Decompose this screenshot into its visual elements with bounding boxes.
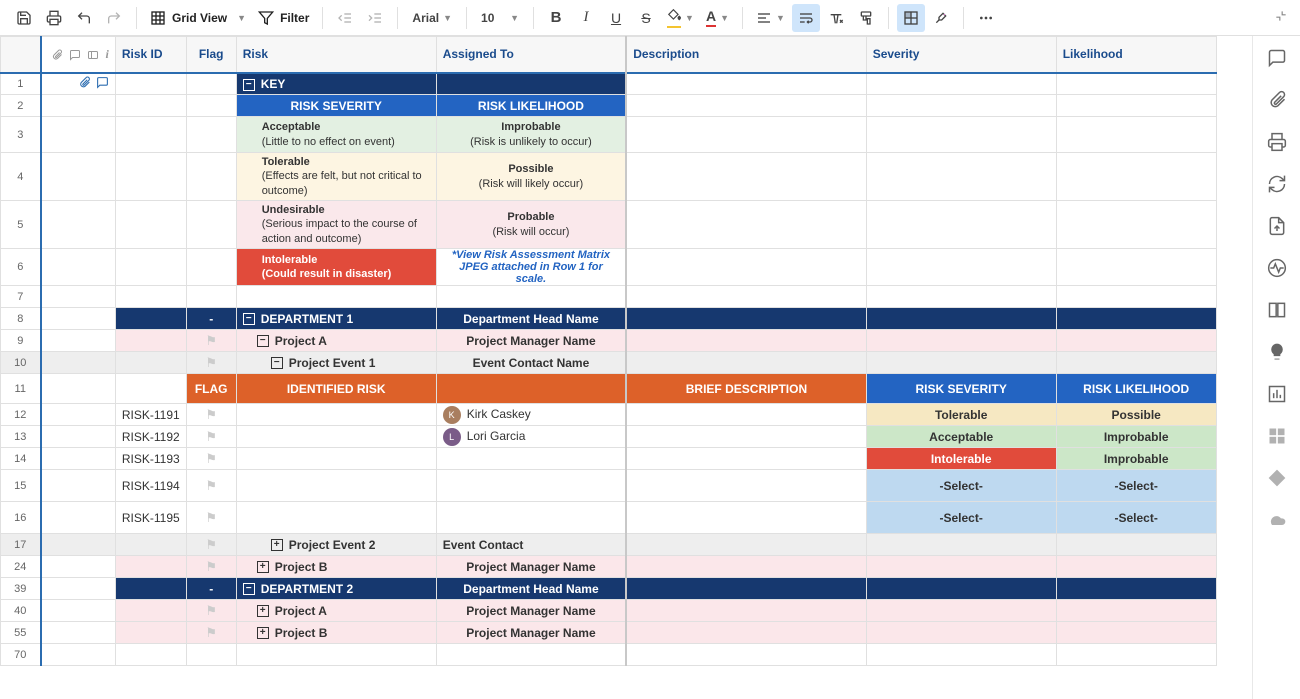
row-55[interactable]: 55 ⚑ +Project B Project Manager Name xyxy=(1,622,1217,644)
info-i-icon: i xyxy=(106,47,109,61)
cond-format-button[interactable] xyxy=(897,4,925,32)
comment-icon xyxy=(69,49,81,61)
grid-table: i Risk ID Flag Risk Assigned To Descript… xyxy=(0,36,1217,666)
key-sev-header: RISK SEVERITY xyxy=(236,95,436,117)
rownum-header xyxy=(1,37,41,73)
key-title: −KEY xyxy=(236,73,436,95)
workspace-icon[interactable] xyxy=(1267,300,1287,320)
row-8[interactable]: 8 - −DEPARTMENT 1 Department Head Name xyxy=(1,308,1217,330)
print-button[interactable] xyxy=(40,4,68,32)
more-button[interactable] xyxy=(972,4,1000,32)
grid-view-button[interactable]: Grid View▼ xyxy=(145,4,251,32)
sync-icon[interactable] xyxy=(1267,174,1287,194)
diamond-icon[interactable] xyxy=(1267,468,1287,488)
iconcell-header: i xyxy=(41,37,116,73)
row-70[interactable]: 70 xyxy=(1,644,1217,666)
col-severity[interactable]: Severity xyxy=(866,37,1056,73)
upload-icon[interactable] xyxy=(1267,216,1287,236)
comment-icon[interactable] xyxy=(96,76,109,89)
chart-icon[interactable] xyxy=(1267,384,1287,404)
bold-button[interactable]: B xyxy=(542,4,570,32)
col-risk-id[interactable]: Risk ID xyxy=(115,37,186,73)
row-14[interactable]: 14 RISK-1193⚑ Intolerable Improbable xyxy=(1,448,1217,470)
row-13[interactable]: 13 RISK-1192⚑ LLori Garcia Acceptable Im… xyxy=(1,426,1217,448)
filter-button[interactable]: Filter xyxy=(253,4,314,32)
save-button[interactable] xyxy=(10,4,38,32)
underline-button[interactable]: U xyxy=(602,4,630,32)
row-4[interactable]: 4 Tolerable(Effects are felt, but not cr… xyxy=(1,153,1217,201)
activity-icon[interactable] xyxy=(1267,258,1287,278)
row-16[interactable]: 16 RISK-1195⚑ -Select- -Select- xyxy=(1,502,1217,534)
flag-icon[interactable]: ⚑ xyxy=(205,355,217,370)
row-24[interactable]: 24 ⚑ +Project B Project Manager Name xyxy=(1,556,1217,578)
row-3[interactable]: 3 Acceptable(Little to no effect on even… xyxy=(1,117,1217,153)
undo-button[interactable] xyxy=(70,4,98,32)
row-7[interactable]: 7 xyxy=(1,286,1217,308)
flag-icon[interactable]: ⚑ xyxy=(205,429,217,444)
indent-button[interactable] xyxy=(361,4,389,32)
matrix-link[interactable]: *View Risk Assessment Matrix JPEG attach… xyxy=(436,249,626,286)
flag-icon[interactable]: ⚑ xyxy=(205,537,217,552)
col-assigned[interactable]: Assigned To xyxy=(436,37,626,73)
header-row: i Risk ID Flag Risk Assigned To Descript… xyxy=(1,37,1217,73)
strike-button[interactable]: S xyxy=(632,4,660,32)
flag-icon[interactable]: ⚑ xyxy=(205,333,217,348)
flag-icon[interactable]: ⚑ xyxy=(205,451,217,466)
avatar: L xyxy=(443,428,461,446)
flag-icon[interactable]: ⚑ xyxy=(205,625,217,640)
row-39[interactable]: 39 - −DEPARTMENT 2 Department Head Name xyxy=(1,578,1217,600)
dashboard-icon[interactable] xyxy=(1267,426,1287,446)
print-panel-icon[interactable] xyxy=(1267,132,1287,152)
comments-panel-icon[interactable] xyxy=(1267,48,1287,68)
outdent-button[interactable] xyxy=(331,4,359,32)
toolbar: Grid View▼ Filter Arial▼ 10▼ B I U S ▼ A… xyxy=(0,0,1300,36)
row-10[interactable]: 10 ⚑ −Project Event 1 Event Contact Name xyxy=(1,352,1217,374)
format-painter-button[interactable] xyxy=(852,4,880,32)
row-11[interactable]: 11 FLAG IDENTIFIED RISK BRIEF DESCRIPTIO… xyxy=(1,374,1217,404)
flag-icon[interactable]: ⚑ xyxy=(205,603,217,618)
redo-button[interactable] xyxy=(100,4,128,32)
col-risk[interactable]: Risk xyxy=(236,37,436,73)
avatar: K xyxy=(443,406,461,424)
font-select[interactable]: Arial▼ xyxy=(406,4,458,32)
flag-icon[interactable]: ⚑ xyxy=(205,559,217,574)
col-likelihood[interactable]: Likelihood xyxy=(1056,37,1216,73)
fontsize-select[interactable]: 10▼ xyxy=(475,4,525,32)
sheet-area[interactable]: i Risk ID Flag Risk Assigned To Descript… xyxy=(0,36,1252,699)
row-1[interactable]: 1 −KEY xyxy=(1,73,1217,95)
row-15[interactable]: 15 RISK-1194⚑ -Select- -Select- xyxy=(1,470,1217,502)
attach-icon[interactable] xyxy=(78,76,91,89)
fill-color-button[interactable]: ▼ xyxy=(662,4,699,32)
col-description[interactable]: Description xyxy=(626,37,866,73)
row-17[interactable]: 17 ⚑ +Project Event 2 Event Contact xyxy=(1,534,1217,556)
flag-icon[interactable]: ⚑ xyxy=(205,478,217,493)
text-color-button[interactable]: A▼ xyxy=(701,4,734,32)
right-rail xyxy=(1252,36,1300,699)
info-icon xyxy=(87,49,99,61)
row-6[interactable]: 6 Intolerable(Could result in disaster) … xyxy=(1,249,1217,286)
row-2[interactable]: 2 RISK SEVERITY RISK LIKELIHOOD xyxy=(1,95,1217,117)
flag-icon[interactable]: ⚑ xyxy=(205,510,217,525)
align-button[interactable]: ▼ xyxy=(751,4,790,32)
row-9[interactable]: 9 ⚑ −Project A Project Manager Name xyxy=(1,330,1217,352)
collapse-icon[interactable] xyxy=(1274,9,1288,26)
wrap-button[interactable] xyxy=(792,4,820,32)
attachments-panel-icon[interactable] xyxy=(1267,90,1287,110)
idea-icon[interactable] xyxy=(1267,342,1287,362)
row-12[interactable]: 12 RISK-1191⚑ KKirk Caskey Tolerable Pos… xyxy=(1,404,1217,426)
key-lik-header: RISK LIKELIHOOD xyxy=(436,95,626,117)
highlight-button[interactable] xyxy=(927,4,955,32)
italic-button[interactable]: I xyxy=(572,4,600,32)
row-5[interactable]: 5 Undesirable(Serious impact to the cour… xyxy=(1,201,1217,249)
clear-format-button[interactable] xyxy=(822,4,850,32)
cloud-icon[interactable] xyxy=(1267,510,1287,530)
col-flag[interactable]: Flag xyxy=(186,37,236,73)
row-40[interactable]: 40 ⚑ +Project A Project Manager Name xyxy=(1,600,1217,622)
attach-icon xyxy=(51,49,63,61)
flag-icon[interactable]: ⚑ xyxy=(205,407,217,422)
